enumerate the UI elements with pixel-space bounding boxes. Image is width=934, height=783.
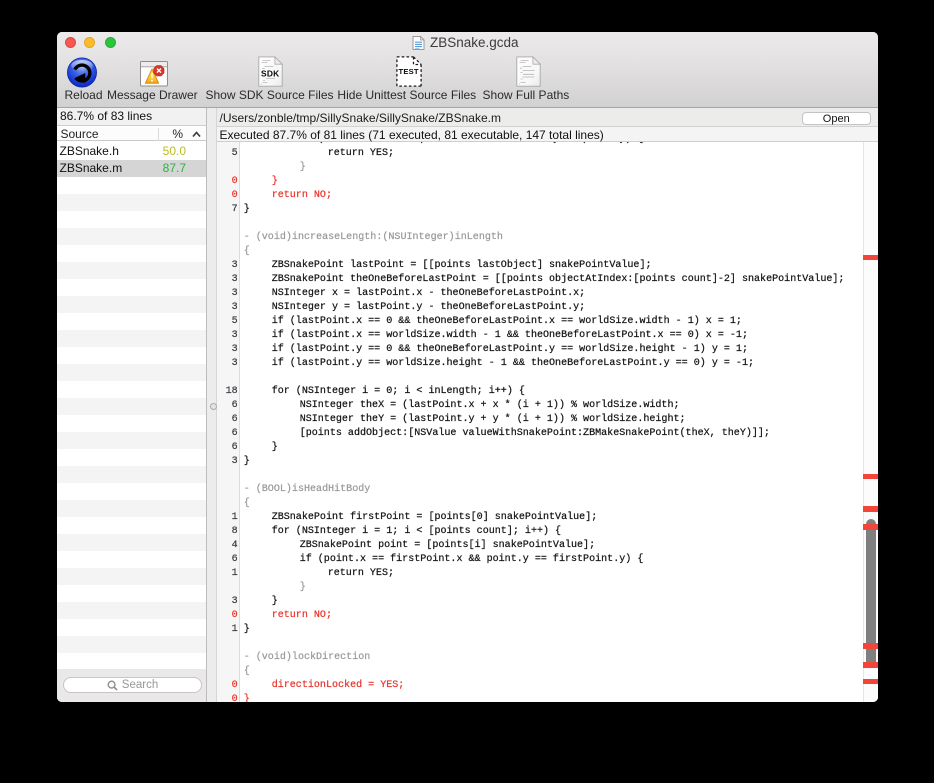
svg-text:TEST: TEST: [398, 67, 418, 76]
svg-text:SDK: SDK: [261, 68, 279, 78]
